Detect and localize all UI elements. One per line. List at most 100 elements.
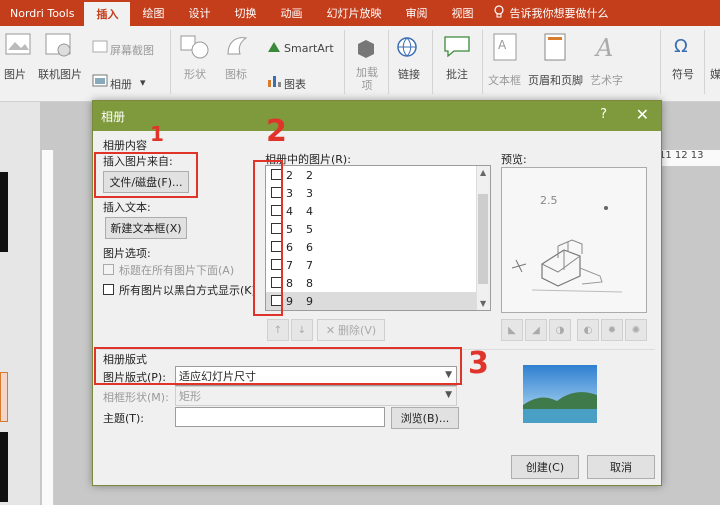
theme-label: 主题(T): [103,412,145,425]
tab-transitions[interactable]: 切换 [222,0,268,26]
create-button[interactable]: 创建(C) [511,455,579,479]
cancel-button[interactable]: 取消 [587,455,655,479]
wordart-button[interactable]: 艺术字 [590,72,623,88]
captions-below-label: 标题在所有图片下面(A) [119,264,235,277]
smartart-button[interactable]: SmartArt [284,42,334,55]
captions-below-checkbox[interactable] [103,264,114,275]
help-button[interactable]: ? [600,107,607,122]
list-item-label: 6 [306,240,313,254]
tab-draw[interactable]: 绘图 [130,0,176,26]
header-footer-button[interactable]: 页眉和页脚 [528,72,583,88]
textbox-button[interactable]: 文本框 [488,72,521,88]
rotate-right-button[interactable]: ◢ [525,319,547,341]
list-item-selected[interactable]: 99 [266,292,476,310]
dialog-title-bar: 相册 ? ✕ [93,101,661,131]
scrollbar-thumb[interactable] [478,194,488,284]
wordart-icon: A [594,34,613,62]
list-item[interactable]: 22 [266,166,476,184]
new-textbox-button[interactable]: 新建文本框(X) [105,217,187,239]
picture-icon [5,33,31,55]
list-item[interactable]: 88 [266,274,476,292]
symbol-button[interactable]: 符号 [672,66,694,82]
preview-scribble: 2.5 [540,194,558,207]
screenshot-icon [92,40,108,53]
list-item-label: 8 [306,276,313,290]
list-item-label: 5 [306,222,313,236]
list-item[interactable]: 66 [266,238,476,256]
move-down-button[interactable]: ↓ [291,319,313,341]
online-picture-button[interactable]: 联机图片 [38,66,82,82]
list-item-number: 6 [286,240,293,254]
list-item-label: 7 [306,258,313,272]
addins-icon [358,40,374,58]
ribbon-tab-bar: Nordri Tools 插入 绘图 设计 切换 动画 幻灯片放映 审阅 视图 … [0,0,720,26]
picture-options-label: 图片选项: [103,247,151,260]
contrast-up-button[interactable]: ◑ [549,319,571,341]
close-button[interactable]: ✕ [636,105,649,124]
lightbulb-icon [493,4,505,22]
contrast-down-button[interactable]: ◐ [577,319,599,341]
comment-button[interactable]: 批注 [446,66,468,82]
tell-me-box[interactable]: 告诉我你想要做什么 [485,0,608,26]
black-white-checkbox[interactable] [103,284,114,295]
browse-button[interactable]: 浏览(B)... [391,407,459,429]
picture-button[interactable]: 图片 [4,66,26,82]
insert-text-label: 插入文本: [103,201,151,214]
frame-shape-value: 矩形 [179,390,201,403]
dialog-title: 相册 [101,109,126,124]
scroll-down-icon[interactable]: ▼ [480,299,486,308]
tab-slideshow[interactable]: 幻灯片放映 [314,0,393,26]
album-dropdown-icon[interactable]: ▾ [140,76,146,89]
chart-button[interactable]: 图表 [284,76,306,92]
tab-animations[interactable]: 动画 [268,0,314,26]
app-name[interactable]: Nordri Tools [0,0,84,26]
tab-review[interactable]: 审阅 [393,0,439,26]
frame-shape-select[interactable]: 矩形 ▼ [175,386,457,406]
symbol-icon: Ω [674,36,688,57]
pictures-list[interactable]: 22 33 44 55 66 77 88 99 ▲ ▼ [265,165,491,311]
tab-view[interactable]: 视图 [439,0,485,26]
list-item[interactable]: 55 [266,220,476,238]
list-item[interactable]: 33 [266,184,476,202]
icons-button[interactable]: 图标 [225,66,247,82]
theme-input[interactable] [175,407,385,427]
album-button[interactable]: 相册 [110,76,132,92]
list-item-label: 3 [306,186,313,200]
media-button[interactable]: 媒 [710,66,720,82]
black-white-label: 所有图片以黑白方式显示(K) [119,284,256,297]
remove-button[interactable]: ✕ 删除(V) [317,319,385,341]
preview-box: 2.5 [501,167,647,313]
list-item-number: 2 [286,168,293,182]
scroll-up-icon[interactable]: ▲ [480,168,486,177]
list-scrollbar[interactable]: ▲ ▼ [476,166,490,310]
rotate-left-button[interactable]: ◣ [501,319,523,341]
annotation-box-2 [253,160,283,316]
tab-insert[interactable]: 插入 [84,0,131,26]
addins-button[interactable]: 加载项 [352,66,382,92]
move-up-button[interactable]: ↑ [267,319,289,341]
list-item[interactable]: 77 [266,256,476,274]
tab-design[interactable]: 设计 [176,0,222,26]
annotation-box-1 [94,152,198,198]
list-item-number: 8 [286,276,293,290]
remove-button-label: 删除(V) [338,324,377,337]
link-button[interactable]: 链接 [398,66,420,82]
remove-icon: ✕ [325,323,336,337]
preview-label: 预览: [501,153,527,166]
comment-icon [444,36,470,58]
annotation-number-1: 1 [150,122,164,146]
brightness-up-button[interactable]: ✹ [601,319,623,341]
chart-icon [268,76,281,87]
list-item-number: 4 [286,204,293,218]
list-item[interactable]: 44 [266,202,476,220]
album-content-heading: 相册内容 [103,139,147,152]
svg-text:A: A [498,38,507,52]
textbox-icon: A [493,33,517,61]
shapes-button[interactable]: 形状 [184,66,206,82]
list-item-label: 9 [306,294,313,308]
svg-text:Ω: Ω [674,36,688,57]
screenshot-button[interactable]: 屏幕截图 [110,42,154,58]
chevron-down-icon: ▼ [445,390,452,400]
brightness-down-button[interactable]: ✺ [625,319,647,341]
list-item-label: 4 [306,204,313,218]
